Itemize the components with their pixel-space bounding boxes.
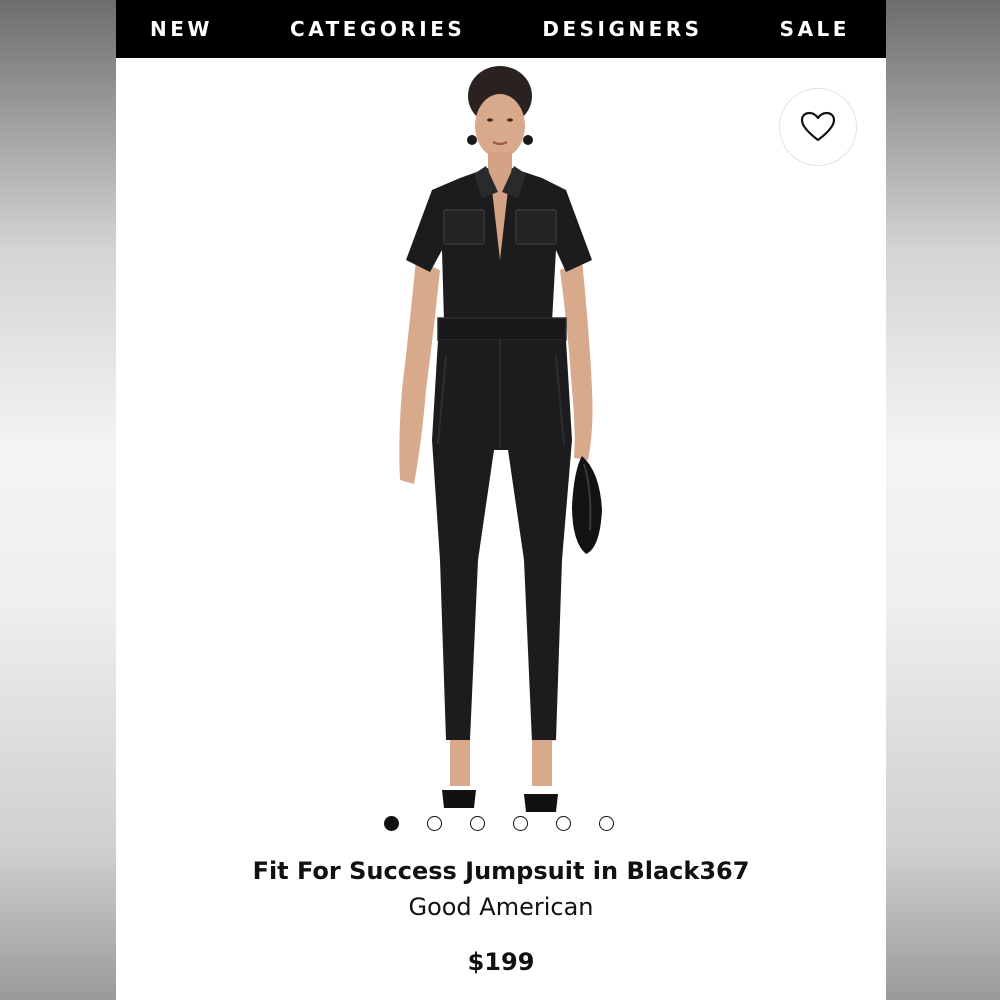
heart-outline-icon <box>800 111 836 142</box>
product-page: NEW CATEGORIES DESIGNERS SALE Fit For Su… <box>116 0 886 1000</box>
gallery-dot-3[interactable] <box>470 816 485 831</box>
nav-sale[interactable]: SALE <box>780 17 850 41</box>
gallery-dot-2[interactable] <box>427 816 442 831</box>
nav-new[interactable]: NEW <box>150 17 213 41</box>
gallery-pagination <box>384 816 614 831</box>
nav-categories[interactable]: CATEGORIES <box>290 17 465 41</box>
product-brand[interactable]: Good American <box>116 893 886 921</box>
left-background <box>0 0 116 1000</box>
product-title: Fit For Success Jumpsuit in Black367 <box>252 857 750 885</box>
right-background <box>886 0 1000 1000</box>
product-image[interactable] <box>386 60 626 830</box>
top-navigation: NEW CATEGORIES DESIGNERS SALE <box>116 0 886 58</box>
gallery-dot-4[interactable] <box>513 816 528 831</box>
nav-designers[interactable]: DESIGNERS <box>542 17 702 41</box>
gallery-dot-1[interactable] <box>384 816 399 831</box>
gallery-dot-6[interactable] <box>599 816 614 831</box>
product-price: $199 <box>467 948 535 976</box>
favorite-button[interactable] <box>779 88 857 166</box>
gallery-dot-5[interactable] <box>556 816 571 831</box>
